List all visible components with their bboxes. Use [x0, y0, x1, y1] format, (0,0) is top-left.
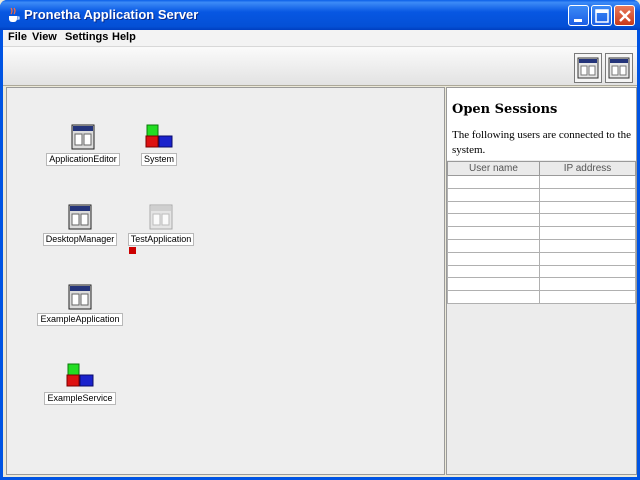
- menu-bar: File View Settings Help: [3, 30, 637, 46]
- client-area: File View Settings Help ApplicationEdito…: [3, 30, 637, 477]
- maximize-icon: [595, 9, 609, 23]
- icon-label: TestApplication: [127, 233, 195, 246]
- table-row[interactable]: [447, 251, 636, 266]
- table-row[interactable]: [447, 264, 636, 279]
- column-header-user-name[interactable]: User name: [447, 161, 540, 176]
- icon-label: System: [140, 153, 177, 166]
- open-sessions-panel: Open Sessions The following users are co…: [446, 87, 637, 475]
- desktop-icon-example-application[interactable]: ExampleApplication: [37, 284, 123, 326]
- table-cell: [539, 226, 636, 240]
- table-cell: [539, 238, 636, 253]
- stopped-status-indicator: [129, 247, 136, 254]
- window-app-icon: [71, 124, 95, 150]
- window-title: Pronetha Application Server: [24, 7, 199, 22]
- table-cell: [539, 200, 636, 215]
- table-cell: [539, 290, 636, 304]
- table-cell: [539, 175, 636, 189]
- sessions-table[interactable]: User name IP address: [447, 161, 636, 304]
- application-desktop: ApplicationEditor System DesktopManager …: [6, 87, 445, 475]
- blocks-service-icon: [145, 124, 173, 148]
- desktop-icon-system[interactable]: System: [123, 124, 195, 166]
- icon-label: ExampleService: [44, 392, 116, 405]
- table-cell: [539, 187, 636, 202]
- toolbar-window-button-1[interactable]: [574, 53, 602, 83]
- maximize-button[interactable]: [591, 5, 612, 26]
- table-row[interactable]: [447, 290, 636, 304]
- title-bar[interactable]: Pronetha Application Server: [0, 0, 640, 30]
- table-cell: [447, 277, 540, 292]
- table-cell: [539, 251, 636, 266]
- close-icon: [619, 10, 631, 22]
- toolbar: [3, 46, 637, 86]
- table-cell: [447, 264, 540, 279]
- desktop-icon-application-editor[interactable]: ApplicationEditor: [43, 124, 123, 166]
- table-row[interactable]: [447, 213, 636, 228]
- table-cell: [447, 238, 540, 253]
- minimize-icon: [574, 19, 582, 22]
- sessions-header: Open Sessions The following users are co…: [447, 88, 636, 160]
- menu-file[interactable]: File: [8, 31, 27, 43]
- table-row[interactable]: [447, 200, 636, 215]
- table-cell: [539, 264, 636, 279]
- desktop-icon-example-service[interactable]: ExampleService: [40, 363, 120, 405]
- table-row[interactable]: [447, 277, 636, 292]
- table-cell: [447, 290, 540, 304]
- table-cell: [447, 187, 540, 202]
- menu-settings[interactable]: Settings: [65, 31, 108, 43]
- sessions-title: Open Sessions: [452, 102, 558, 117]
- desktop-icon-test-application[interactable]: TestApplication: [123, 204, 199, 246]
- close-button[interactable]: [614, 5, 635, 26]
- table-cell: [447, 251, 540, 266]
- column-header-ip-address[interactable]: IP address: [539, 161, 636, 176]
- sessions-description: The following users are connected to the…: [452, 129, 631, 156]
- window-app-icon: [68, 284, 92, 310]
- minimize-button[interactable]: [568, 5, 589, 26]
- desktop-icon-desktop-manager[interactable]: DesktopManager: [40, 204, 120, 246]
- table-cell: [447, 226, 540, 240]
- icon-label: ApplicationEditor: [46, 153, 120, 166]
- window-app-icon-inactive: [149, 204, 173, 230]
- icon-label: ExampleApplication: [37, 313, 123, 326]
- table-row[interactable]: [447, 226, 636, 240]
- blocks-service-icon: [66, 363, 94, 387]
- table-cell: [539, 277, 636, 292]
- menu-help[interactable]: Help: [112, 31, 136, 43]
- table-cell: [447, 213, 540, 228]
- table-row[interactable]: [447, 238, 636, 253]
- icon-label: DesktopManager: [42, 233, 118, 246]
- table-row[interactable]: [447, 187, 636, 202]
- toolbar-window-button-2[interactable]: [605, 53, 633, 83]
- window-app-icon: [68, 204, 92, 230]
- window-app-icon: [577, 57, 599, 79]
- main-window: Pronetha Application Server File View Se…: [0, 0, 640, 480]
- java-cup-icon: [9, 7, 20, 22]
- menu-view[interactable]: View: [32, 31, 57, 43]
- table-row[interactable]: [447, 175, 636, 189]
- window-app-icon: [608, 57, 630, 79]
- table-cell: [447, 200, 540, 215]
- table-cell: [447, 175, 540, 189]
- table-cell: [539, 213, 636, 228]
